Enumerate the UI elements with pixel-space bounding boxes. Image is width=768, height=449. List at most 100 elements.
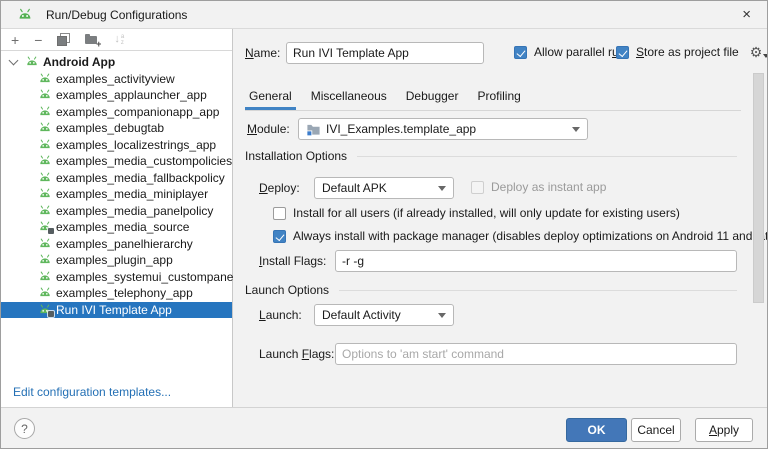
android-icon [38,220,52,234]
tree-item-examples-plugin-app[interactable]: examples_plugin_app [1,252,232,269]
tab-miscellaneous[interactable]: Miscellaneous [307,86,391,106]
run-config-badge-icon [48,228,54,234]
configurations-sidebar: + − + ↓ az Android Appexamples_activityv… [1,29,233,407]
tree-item-examples-activityview[interactable]: examples_activityview [1,71,232,88]
store-as-project-file-checkbox[interactable]: Store as project file ⚙ [616,45,768,59]
checkbox-box[interactable] [514,46,527,59]
tree-item-run-ivi-template-app[interactable]: Run IVI Template App [1,302,232,319]
module-dropdown[interactable]: IVI_Examples.template_app [298,118,588,140]
deploy-dropdown[interactable]: Default APK [314,177,454,199]
android-icon [38,72,52,86]
launch-options-header: Launch Options [245,283,737,297]
tree-item-examples-telephony-app[interactable]: examples_telephony_app [1,285,232,302]
android-icon [38,171,52,185]
copy-configuration-icon[interactable] [57,33,70,46]
chevron-down-icon [572,127,580,132]
android-icon [38,253,52,267]
checkbox-label: Deploy as instant app [491,180,606,194]
new-folder-icon[interactable]: + [85,34,99,46]
tree-item-examples-applauncher-app[interactable]: examples_applauncher_app [1,87,232,104]
sidebar-toolbar: + − + ↓ az [1,29,232,51]
module-folder-icon [306,122,321,137]
install-flags-label: Install Flags: [259,254,326,268]
chevron-down-icon [438,313,446,318]
store-settings-gear-icon[interactable]: ⚙ [750,45,768,59]
tree-item-examples-media-miniplayer[interactable]: examples_media_miniplayer [1,186,232,203]
tree-item-examples-media-custompolicies[interactable]: examples_media_custompolicies [1,153,232,170]
help-button[interactable]: ? [14,418,35,439]
installation-options-header: Installation Options [245,149,737,163]
tree-item-examples-panelhierarchy[interactable]: examples_panelhierarchy [1,236,232,253]
checkbox-box[interactable] [273,230,286,243]
tab-profiling[interactable]: Profiling [473,86,524,106]
tree-item-label: examples_telephony_app [56,286,193,300]
add-configuration-icon[interactable]: + [11,33,19,47]
checkbox-label: Install for all users (if already instal… [293,206,680,220]
android-icon [38,105,52,119]
ok-button[interactable]: OK [566,418,627,442]
checkbox-box[interactable] [616,46,629,59]
install-for-all-users-checkbox[interactable]: Install for all users (if already instal… [273,206,680,220]
launch-dropdown[interactable]: Default Activity [314,304,454,326]
tree-item-label: examples_media_source [56,220,189,234]
dialog-footer: ? OK Cancel Apply [1,407,767,448]
edit-configuration-templates-link[interactable]: Edit configuration templates... [13,385,171,399]
chevron-expanded-icon[interactable] [9,56,19,66]
install-flags-input[interactable] [335,250,737,272]
android-icon [38,270,52,284]
android-icon [38,154,52,168]
tree-item-label: examples_media_miniplayer [56,187,208,201]
editor-tabs: General Miscellaneous Debugger Profiling [245,86,536,106]
apply-button[interactable]: Apply [695,418,753,442]
android-icon [38,286,52,300]
run-debug-configurations-dialog: Run/Debug Configurations × + − + ↓ az An… [0,0,768,449]
deploy-instant-app-checkbox: Deploy as instant app [471,180,606,194]
always-install-package-manager-checkbox[interactable]: Always install with package manager (dis… [273,229,768,243]
run-config-badge-icon [48,311,54,317]
android-icon [38,121,52,135]
android-icon [38,138,52,152]
checkbox-label: Allow parallel run [534,45,625,59]
remove-configuration-icon[interactable]: − [34,33,42,47]
checkbox-box[interactable] [273,207,286,220]
tree-item-android-app[interactable]: Android App [1,54,232,71]
tree-item-label: Run IVI Template App [56,303,172,317]
name-input[interactable] [286,42,484,64]
tree-item-examples-media-fallbackpolicy[interactable]: examples_media_fallbackpolicy [1,170,232,187]
tree-item-examples-media-source[interactable]: examples_media_source [1,219,232,236]
name-label: Name: [245,46,280,60]
android-icon [38,88,52,102]
android-icon [38,237,52,251]
tree-item-label: examples_debugtab [56,121,164,135]
tree-item-examples-debugtab[interactable]: examples_debugtab [1,120,232,137]
tree-item-examples-companionapp-app[interactable]: examples_companionapp_app [1,104,232,121]
tree-item-label: examples_applauncher_app [56,88,207,102]
close-icon[interactable]: × [738,5,755,24]
tree-item-label: examples_media_panelpolicy [56,204,213,218]
title-bar: Run/Debug Configurations × [1,1,767,29]
tab-general[interactable]: General [245,86,296,106]
tree-item-label: examples_localizestrings_app [56,138,216,152]
tree-item-examples-localizestrings-app[interactable]: examples_localizestrings_app [1,137,232,154]
android-icon [25,55,39,69]
launch-flags-label: Launch Flags: [259,347,334,361]
checkbox-label: Store as project file [636,45,739,59]
tab-debugger[interactable]: Debugger [402,86,463,106]
android-icon [38,303,52,317]
tree-item-examples-systemui-custompaneltype[interactable]: examples_systemui_custompaneltype [1,269,232,286]
deploy-label: Deploy: [259,181,300,195]
configurations-tree: Android Appexamples_activityviewexamples… [1,51,232,318]
checkbox-box [471,181,484,194]
tree-item-label: examples_companionapp_app [56,105,219,119]
tree-item-label: examples_media_fallbackpolicy [56,171,225,185]
vertical-scrollbar[interactable] [753,73,764,303]
tree-item-label: examples_media_custompolicies [56,154,232,168]
module-value: IVI_Examples.template_app [326,122,476,136]
android-icon [38,187,52,201]
tree-item-examples-media-panelpolicy[interactable]: examples_media_panelpolicy [1,203,232,220]
launch-flags-input[interactable] [335,343,737,365]
dialog-title: Run/Debug Configurations [46,8,187,22]
allow-parallel-run-checkbox[interactable]: Allow parallel run [514,45,625,59]
cancel-button[interactable]: Cancel [631,418,681,442]
sort-configurations-icon: ↓ az [114,34,124,46]
